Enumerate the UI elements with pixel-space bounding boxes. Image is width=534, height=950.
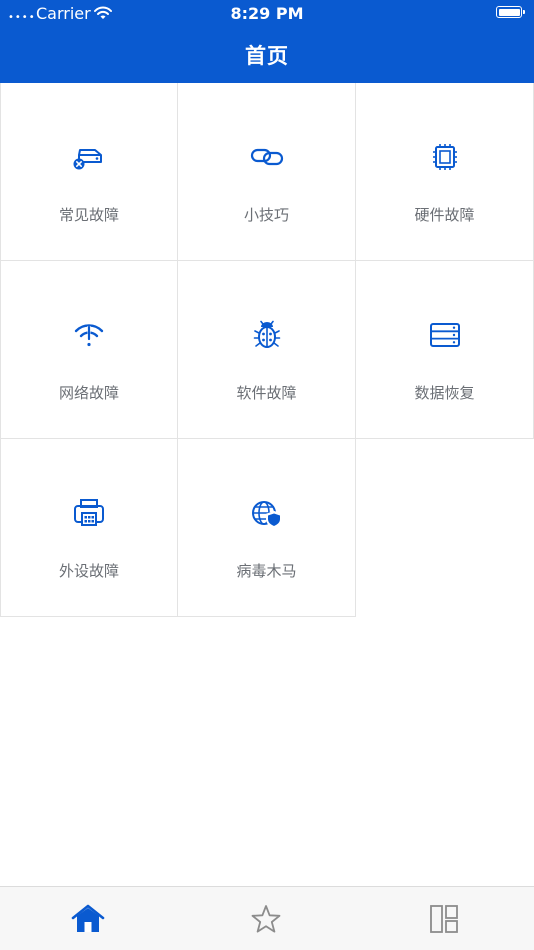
grid-item-label: 软件故障 bbox=[236, 384, 297, 402]
grid-item-virus-trojan[interactable]: 病毒木马 bbox=[178, 439, 356, 617]
clock-label: 8:29 PM bbox=[230, 4, 304, 23]
grid-item-label: 外设故障 bbox=[58, 562, 119, 580]
grid-item-label: 数据恢复 bbox=[414, 384, 475, 402]
grid-item-hardware-faults[interactable]: 硬件故障 bbox=[356, 83, 534, 261]
grid-item-tips[interactable]: 小技巧 bbox=[178, 83, 356, 261]
grid-item-peripheral-faults[interactable]: 外设故障 bbox=[0, 439, 178, 617]
chip-icon bbox=[425, 141, 465, 173]
tab-layout[interactable] bbox=[424, 901, 464, 937]
tab-home[interactable] bbox=[68, 901, 108, 937]
grid-item-label: 硬件故障 bbox=[414, 206, 475, 224]
tab-favorites[interactable] bbox=[246, 901, 286, 937]
navigation-header: •••• Carrier 8:29 PM 首页 bbox=[0, 0, 534, 83]
grid-item-network-faults[interactable]: 网络故障 bbox=[0, 261, 178, 439]
grid-item-data-recovery[interactable]: 数据恢复 bbox=[356, 261, 534, 439]
grid-item-label: 病毒木马 bbox=[236, 562, 297, 580]
star-icon bbox=[251, 905, 281, 933]
grid-item-label: 小技巧 bbox=[243, 206, 289, 224]
page-title: 首页 bbox=[245, 44, 289, 68]
globe-shield-icon bbox=[247, 497, 287, 529]
tab-bar bbox=[0, 886, 534, 950]
battery-icon bbox=[496, 6, 525, 18]
server-icon bbox=[425, 319, 465, 351]
category-grid: 常见故障 小技巧 硬件故障 网络故障 软件故障 数据恢复 外设故障 病毒木马 bbox=[0, 83, 534, 617]
layout-icon bbox=[430, 905, 458, 933]
hard-drive-error-icon bbox=[69, 141, 109, 173]
bug-icon bbox=[247, 319, 287, 351]
grid-item-label: 常见故障 bbox=[58, 206, 119, 224]
wifi-off-icon bbox=[69, 319, 109, 351]
printer-icon bbox=[69, 497, 109, 529]
grid-item-common-faults[interactable]: 常见故障 bbox=[0, 83, 178, 261]
grid-item-software-faults[interactable]: 软件故障 bbox=[178, 261, 356, 439]
grid-item-label: 网络故障 bbox=[58, 384, 119, 402]
link-icon bbox=[247, 141, 287, 173]
status-bar: •••• Carrier 8:29 PM bbox=[0, 0, 534, 26]
home-icon bbox=[71, 904, 105, 932]
